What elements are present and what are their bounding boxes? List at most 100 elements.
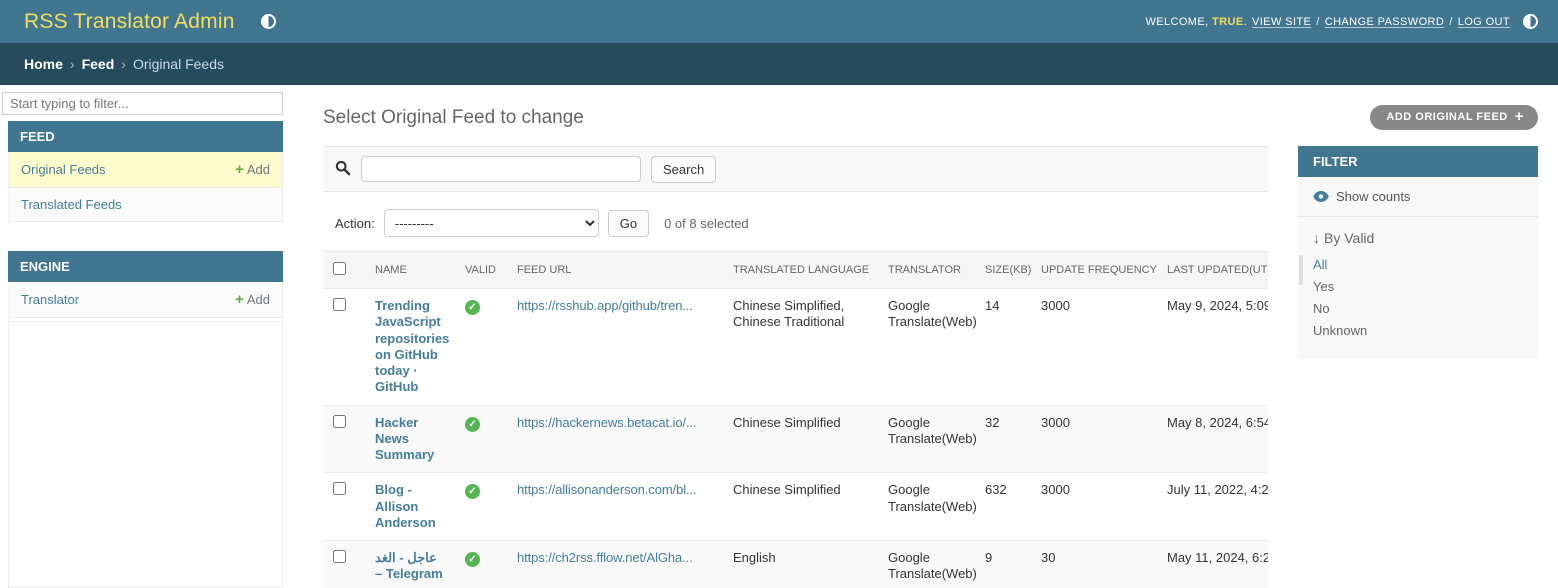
plus-icon: + [1515, 112, 1524, 122]
last-updated-cell: July 11, 2022, 4:25 p.m. [1157, 473, 1268, 541]
link-separator: / [1316, 16, 1319, 28]
last-updated-cell: May 9, 2024, 5:09 a.m. [1157, 289, 1268, 406]
translator-cell: Google Translate(Web) [878, 473, 975, 541]
go-button[interactable]: Go [608, 210, 649, 237]
filter-scrollbar[interactable] [1299, 255, 1303, 285]
sidebar-section-feed: FEED Original Feeds +Add Translated Feed… [8, 121, 283, 222]
filter-option-yes[interactable]: Yes [1298, 276, 1538, 298]
breadcrumb-current: Original Feeds [133, 56, 224, 72]
filter-group-label: By Valid [1324, 230, 1374, 246]
feed-name-link[interactable]: Trending JavaScript repositories on GitH… [375, 298, 445, 396]
sidebar-item-label[interactable]: Translator [21, 292, 79, 307]
add-original-feed-link[interactable]: +Add [235, 161, 270, 178]
column-header-translator[interactable]: TRANSLATOR [878, 252, 975, 289]
filter-option-unknown[interactable]: Unknown [1298, 320, 1538, 342]
add-label: Add [247, 162, 270, 177]
username: TRUE [1212, 16, 1244, 28]
column-header-last-updated[interactable]: LAST UPDATED(UTC) [1157, 252, 1268, 289]
action-select[interactable]: --------- [384, 209, 599, 237]
update-frequency-cell: 3000 [1031, 405, 1157, 473]
sidebar-item-translator[interactable]: Translator +Add [8, 282, 283, 318]
show-counts-label: Show counts [1336, 189, 1410, 204]
column-header-valid[interactable]: VALID [455, 252, 507, 289]
feed-url-link[interactable]: https://hackernews.betacat.io/... [517, 415, 713, 431]
row-checkbox[interactable] [333, 415, 346, 428]
row-checkbox[interactable] [333, 298, 346, 311]
sidebar-item-original-feeds[interactable]: Original Feeds +Add [8, 152, 283, 188]
translated-language-cell: Chinese Simplified, Chinese Traditional [723, 289, 878, 406]
feed-name-link[interactable]: Blog - Allison Anderson [375, 482, 445, 531]
translated-language-cell: Chinese Simplified [723, 473, 878, 541]
filter-option-no[interactable]: No [1298, 298, 1538, 320]
table-row: عاجل - الغد – Telegram ✓ https://ch2rss.… [323, 541, 1268, 588]
update-frequency-cell: 3000 [1031, 289, 1157, 406]
valid-check-icon: ✓ [465, 552, 480, 567]
sidebar-item-translated-feeds[interactable]: Translated Feeds [8, 188, 283, 222]
translated-language-cell: Chinese Simplified [723, 405, 878, 473]
breadcrumb-home-link[interactable]: Home [24, 56, 63, 72]
column-header-name[interactable]: NAME [365, 252, 455, 289]
sidebar-item-label[interactable]: Translated Feeds [21, 197, 122, 212]
table-header-row: NAME VALID FEED URL TRANSLATED LANGUAGE … [323, 252, 1268, 289]
sort-arrow-icon: ↓ [1313, 230, 1320, 246]
translator-cell: Google Translate(Web) [878, 405, 975, 473]
filter-panel-title: FILTER [1298, 146, 1538, 177]
feed-url-link[interactable]: https://ch2rss.fflow.net/AlGha... [517, 550, 713, 566]
column-header-update-frequency[interactable]: UPDATE FREQUENCY [1031, 252, 1157, 289]
action-counter: 0 of 8 selected [664, 216, 749, 231]
search-button[interactable]: Search [651, 156, 716, 183]
row-checkbox[interactable] [333, 482, 346, 495]
breadcrumb: Home › Feed › Original Feeds [0, 43, 1558, 85]
column-header-feed-url[interactable]: FEED URL [507, 252, 723, 289]
feed-url-link[interactable]: https://rsshub.app/github/tren... [517, 298, 713, 314]
last-updated-cell: May 8, 2024, 6:54 a.m. [1157, 405, 1268, 473]
app-header: RSS Translator Admin WELCOME, TRUE. VIEW… [0, 0, 1558, 43]
valid-check-icon: ✓ [465, 484, 480, 499]
filter-option-label[interactable]: Yes [1313, 279, 1334, 294]
nav-sidebar: FEED Original Feeds +Add Translated Feed… [0, 85, 284, 588]
update-frequency-cell: 3000 [1031, 473, 1157, 541]
valid-check-icon: ✓ [465, 300, 480, 315]
filter-option-label[interactable]: No [1313, 301, 1330, 316]
translator-cell: Google Translate(Web) [878, 289, 975, 406]
plus-icon: + [235, 161, 244, 178]
breadcrumb-separator: › [70, 56, 75, 72]
filter-option-label[interactable]: Unknown [1313, 323, 1367, 338]
theme-toggle-icon[interactable] [1523, 14, 1538, 29]
theme-toggle-icon[interactable] [261, 14, 276, 29]
size-cell: 9 [975, 541, 1031, 588]
filter-option-label[interactable]: All [1313, 257, 1327, 272]
app-title-link[interactable]: RSS Translator Admin [24, 10, 235, 34]
log-out-link[interactable]: LOG OUT [1458, 16, 1510, 28]
results-table: NAME VALID FEED URL TRANSLATED LANGUAGE … [323, 251, 1268, 588]
select-all-checkbox[interactable] [333, 262, 346, 275]
plus-icon: + [235, 291, 244, 308]
welcome-suffix: . [1244, 16, 1247, 28]
sidebar-filter-input[interactable] [2, 92, 283, 115]
change-password-link[interactable]: CHANGE PASSWORD [1325, 16, 1444, 28]
row-checkbox[interactable] [333, 550, 346, 563]
filter-options-list: All Yes No Unknown [1298, 253, 1538, 344]
show-counts-link[interactable]: Show counts [1298, 177, 1538, 217]
welcome-prefix: WELCOME, [1145, 16, 1208, 28]
add-translator-link[interactable]: +Add [235, 291, 270, 308]
add-original-feed-button[interactable]: ADD ORIGINAL FEED + [1370, 105, 1538, 130]
feed-name-link[interactable]: عاجل - الغد – Telegram [375, 550, 445, 583]
sidebar-section-engine-title: ENGINE [8, 251, 283, 282]
search-icon [335, 160, 351, 179]
feed-url-link[interactable]: https://allisonanderson.com/bl... [517, 482, 713, 498]
feed-name-link[interactable]: Hacker News Summary [375, 415, 445, 464]
view-site-link[interactable]: VIEW SITE [1252, 16, 1311, 28]
breadcrumb-feed-link[interactable]: Feed [82, 56, 115, 72]
link-separator: / [1449, 16, 1452, 28]
action-label: Action: [335, 216, 375, 231]
column-header-size[interactable]: SIZE(KB) [975, 252, 1031, 289]
search-toolbar: Search [323, 146, 1268, 192]
filter-option-all[interactable]: All [1298, 254, 1538, 276]
breadcrumb-separator: › [121, 56, 126, 72]
sidebar-item-label[interactable]: Original Feeds [21, 162, 106, 177]
translator-cell: Google Translate(Web) [878, 541, 975, 588]
table-row: Trending JavaScript repositories on GitH… [323, 289, 1268, 406]
search-input[interactable] [361, 156, 641, 182]
column-header-translated-language[interactable]: TRANSLATED LANGUAGE [723, 252, 878, 289]
